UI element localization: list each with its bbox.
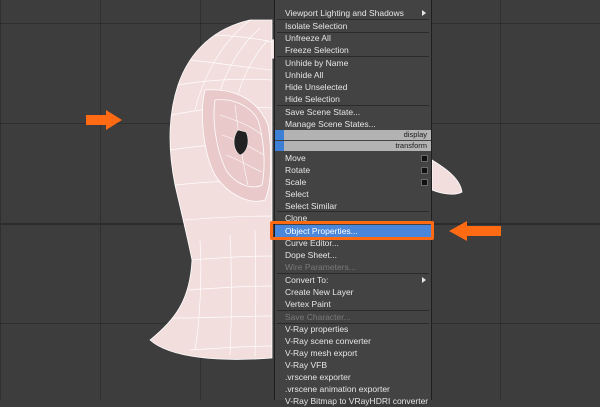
menu-item-save-scene-state[interactable]: Save Scene State... (275, 106, 431, 118)
settings-box-icon[interactable] (421, 155, 428, 162)
menu-item-manage-scene-states[interactable]: Manage Scene States... (275, 118, 431, 130)
menu-item-scale[interactable]: Scale (275, 176, 431, 188)
arrow-left-icon (449, 221, 501, 241)
menu-item-label: Convert To: (285, 275, 329, 285)
menu-item-rotate[interactable]: Rotate (275, 164, 431, 176)
quad-header-label: display (403, 130, 427, 139)
submenu-arrow-icon (422, 10, 426, 16)
quad-header-label: transform (395, 141, 427, 150)
menu-item-wire-parameters: Wire Parameters... (285, 262, 356, 272)
menu-item-dope-sheet[interactable]: Dope Sheet... (275, 249, 431, 261)
quad-menu: Viewport Lighting and Shadows Isolate Se… (274, 0, 432, 406)
settings-box-icon[interactable] (421, 179, 428, 186)
menu-item-vray-mesh-export[interactable]: V-Ray mesh export (275, 347, 431, 359)
menu-item-isolate-selection[interactable]: Isolate Selection (275, 20, 431, 32)
menu-item-vrscene-animation-exporter[interactable]: .vrscene animation exporter (275, 383, 431, 395)
menu-item-move[interactable]: Move (275, 152, 431, 164)
quad-header-display[interactable]: display (275, 130, 431, 140)
settings-box-icon[interactable] (421, 167, 428, 174)
menu-item-unfreeze-all[interactable]: Unfreeze All (275, 32, 431, 44)
menu-item-select[interactable]: Select (275, 188, 431, 200)
menu-item-unhide-all[interactable]: Unhide All (275, 69, 431, 81)
quad-corner (275, 130, 284, 140)
menu-item-convert-to[interactable]: Convert To: (275, 274, 431, 286)
menu-item-vrscene-exporter[interactable]: .vrscene exporter (275, 371, 431, 383)
quad-header-transform[interactable]: transform (275, 141, 431, 151)
menu-item-label: Scale (285, 177, 307, 187)
submenu-arrow-icon (422, 277, 426, 283)
menu-item-label: Rotate (285, 165, 311, 175)
menu-item-unhide-by-name[interactable]: Unhide by Name (275, 57, 431, 69)
menu-item-vray-bitmap-converter[interactable]: V-Ray Bitmap to VRayHDRI converter (275, 395, 431, 407)
highlight-outline (270, 221, 434, 240)
menu-item-label: Move (285, 153, 306, 163)
menu-item-vertex-paint[interactable]: Vertex Paint (275, 298, 431, 310)
menu-item-vray-properties[interactable]: V-Ray properties (275, 323, 431, 335)
menu-item-vray-scene-converter[interactable]: V-Ray scene converter (275, 335, 431, 347)
menu-item-vray-vfb[interactable]: V-Ray VFB (275, 359, 431, 371)
menu-item-freeze-selection[interactable]: Freeze Selection (275, 44, 431, 56)
menu-item-viewport-lighting[interactable]: Viewport Lighting and Shadows (275, 7, 431, 19)
menu-item-hide-selection[interactable]: Hide Selection (275, 93, 431, 105)
menu-item-label: Viewport Lighting and Shadows (285, 8, 404, 18)
menu-item-hide-unselected[interactable]: Hide Unselected (275, 81, 431, 93)
arrow-right-icon (86, 110, 122, 130)
menu-item-save-character: Save Character... (285, 312, 351, 322)
menu-item-create-new-layer[interactable]: Create New Layer (275, 286, 431, 298)
quad-corner (275, 141, 284, 151)
